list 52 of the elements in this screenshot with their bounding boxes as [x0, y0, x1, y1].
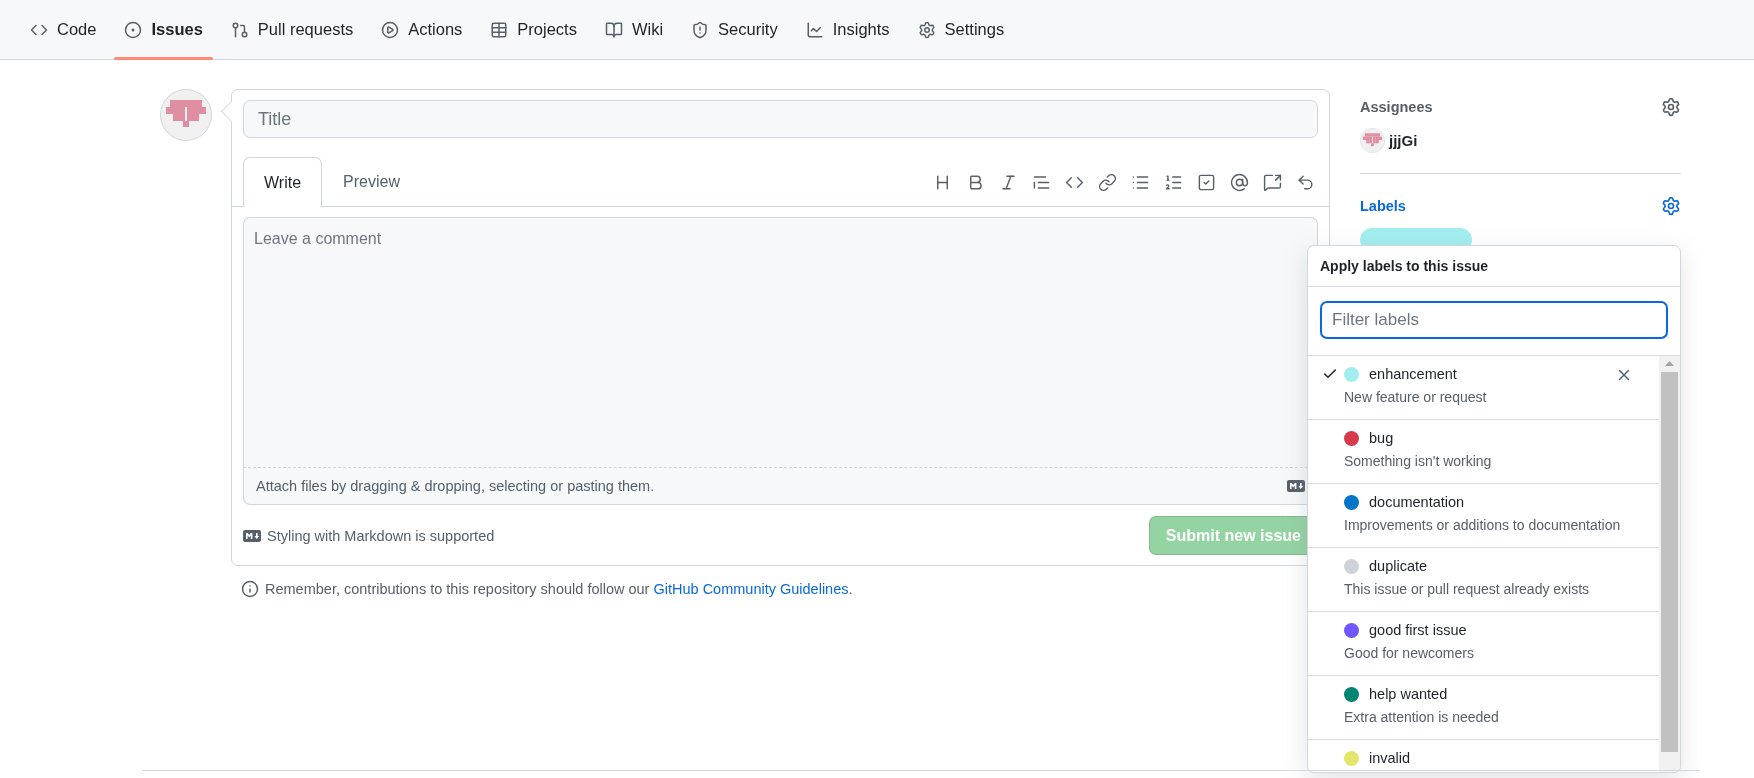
assignee-avatar [1360, 128, 1385, 153]
label-description: This issue or pull request already exists [1343, 581, 1591, 597]
task-list-icon [1196, 172, 1216, 192]
assignees-heading: Assignees [1360, 99, 1433, 115]
comment-field[interactable]: Leave a comment [243, 217, 1318, 467]
editor-tab[interactable]: Write [243, 157, 323, 207]
table-icon [490, 20, 509, 39]
info-icon [241, 580, 259, 598]
link-button[interactable] [1096, 171, 1118, 193]
label-description: Something isn't working [1343, 453, 1493, 469]
label-name: help wanted [1369, 686, 1448, 702]
label-name: documentation [1369, 494, 1465, 510]
avatar [160, 89, 212, 141]
label-description: Improvements or additions to documentation [1343, 517, 1622, 533]
label-name: duplicate [1369, 558, 1428, 574]
mention-icon [1229, 172, 1249, 192]
settings-icon [1661, 97, 1681, 117]
line-chart-icon [805, 20, 824, 39]
settings-button[interactable] [1661, 97, 1681, 117]
label-description: New feature or request [1343, 389, 1488, 405]
label-name: enhancement [1369, 366, 1457, 382]
assignee-name[interactable]: jjjGi [1389, 132, 1418, 149]
label-name: bug [1369, 430, 1394, 446]
label-option[interactable]: enhancement New feature or request [1308, 356, 1659, 420]
label-name: good first issue [1369, 622, 1467, 638]
label-description: Good for newcomers [1343, 645, 1475, 661]
guidelines-note: Remember, contributions to this repository should follow our GitHub Community Guidelines. [265, 581, 853, 597]
mention-button[interactable] [1228, 171, 1250, 193]
label-name: invalid [1369, 750, 1411, 766]
scrollbar-thumb[interactable] [1661, 372, 1678, 752]
shield-icon [691, 20, 710, 39]
scrollbar[interactable] [1659, 356, 1680, 772]
reference-icon [1262, 172, 1282, 192]
filter-input[interactable]: Filter labels [1320, 301, 1668, 339]
link-icon [1097, 172, 1117, 192]
label-description: Extra attention is needed [1343, 709, 1500, 725]
settings-icon [1661, 196, 1681, 216]
pull-request-icon [230, 20, 249, 39]
numbered-list-icon [1163, 172, 1183, 192]
attach-hint: Attach files by dragging & dropping, selecting or pasting them. [256, 478, 655, 494]
markdown-icon [243, 529, 261, 542]
circle-dot-icon [124, 20, 143, 39]
book-icon [604, 20, 623, 39]
markdown-icon [1287, 480, 1305, 492]
title-input[interactable]: Title [243, 100, 1318, 138]
settings-icon [917, 20, 936, 39]
settings-button[interactable] [1661, 196, 1681, 216]
markdown-note: Styling with Markdown is supported [267, 527, 495, 544]
guidelines-link[interactable]: GitHub Community Guidelines [653, 581, 849, 597]
menu-title: Apply labels to this issue [1320, 258, 1489, 274]
play-icon [381, 20, 400, 39]
labels-heading[interactable]: Labels [1360, 198, 1406, 214]
